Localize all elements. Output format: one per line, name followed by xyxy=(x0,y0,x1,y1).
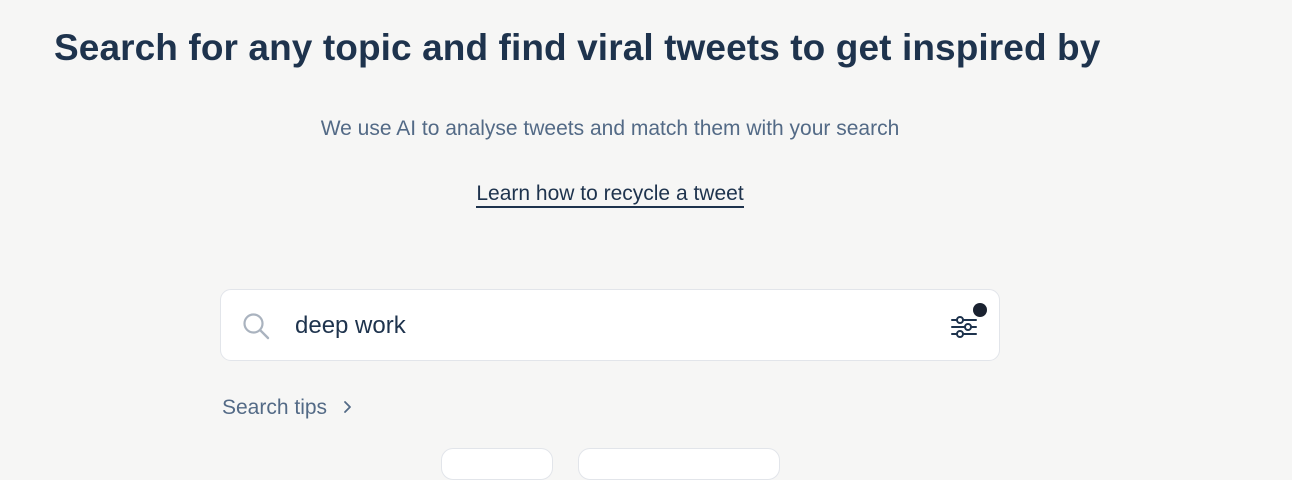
sliders-icon xyxy=(951,316,977,338)
filter-active-badge xyxy=(973,303,987,317)
suggestion-chip[interactable] xyxy=(578,448,780,480)
learn-link-container: Learn how to recycle a tweet xyxy=(0,180,1220,208)
page-subtitle: We use AI to analyse tweets and match th… xyxy=(320,117,900,140)
search-tips-toggle[interactable]: Search tips xyxy=(222,394,353,422)
search-tips-label: Search tips xyxy=(222,396,328,419)
search-input[interactable] xyxy=(295,308,915,344)
filter-button[interactable] xyxy=(949,312,979,342)
search-box xyxy=(220,289,1000,361)
chevron-right-icon xyxy=(343,394,353,422)
page-title: Search for any topic and find viral twee… xyxy=(54,27,1101,68)
suggestion-chip[interactable] xyxy=(441,448,553,480)
search-icon xyxy=(241,311,271,341)
learn-recycle-link[interactable]: Learn how to recycle a tweet xyxy=(476,182,744,208)
